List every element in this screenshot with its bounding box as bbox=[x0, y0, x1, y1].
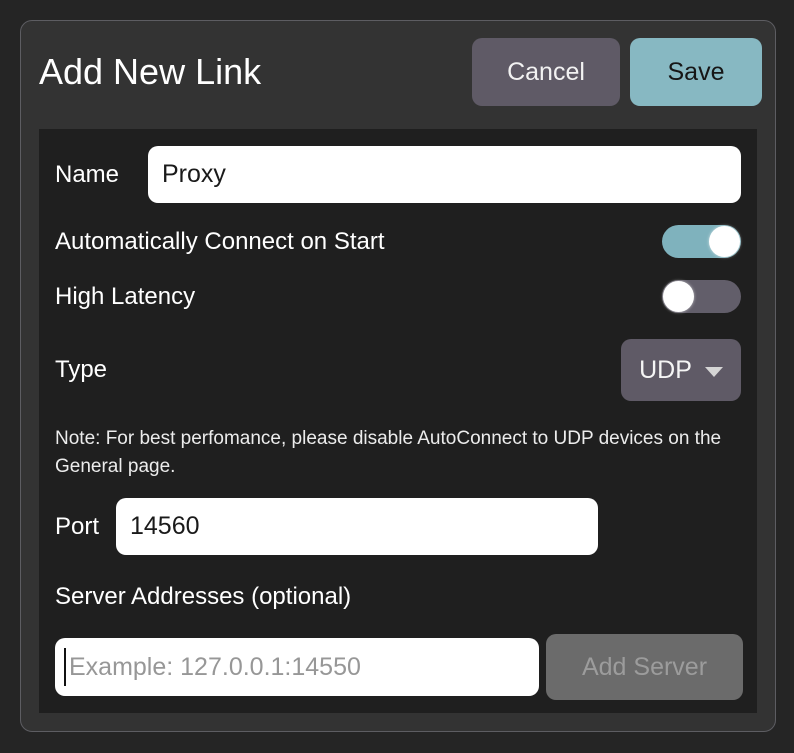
chevron-down-icon bbox=[705, 367, 723, 377]
type-label: Type bbox=[55, 356, 107, 384]
toggle-knob bbox=[709, 226, 740, 257]
name-row: Name bbox=[55, 146, 741, 203]
dialog-header: Add New Link Cancel Save bbox=[21, 21, 775, 106]
udp-note-text: Note: For best perfomance, please disabl… bbox=[55, 425, 737, 481]
text-caret bbox=[64, 648, 66, 686]
add-server-button[interactable]: Add Server bbox=[546, 634, 743, 700]
dialog-title: Add New Link bbox=[39, 51, 472, 93]
add-new-link-dialog: Add New Link Cancel Save Name Automatica… bbox=[20, 20, 776, 732]
server-address-input-wrap bbox=[55, 638, 539, 696]
auto-connect-label: Automatically Connect on Start bbox=[55, 228, 385, 256]
toggle-knob bbox=[663, 281, 694, 312]
server-addresses-label: Server Addresses (optional) bbox=[55, 582, 741, 612]
type-row: Type UDP bbox=[55, 339, 741, 401]
port-input[interactable] bbox=[116, 498, 598, 555]
port-label: Port bbox=[55, 513, 116, 541]
type-dropdown[interactable]: UDP bbox=[621, 339, 741, 401]
high-latency-toggle[interactable] bbox=[662, 280, 741, 313]
save-button[interactable]: Save bbox=[630, 38, 762, 106]
link-settings-panel: Name Automatically Connect on Start High… bbox=[39, 129, 757, 713]
server-address-input[interactable] bbox=[55, 638, 539, 696]
name-input[interactable] bbox=[148, 146, 741, 203]
high-latency-label: High Latency bbox=[55, 283, 195, 311]
cancel-button[interactable]: Cancel bbox=[472, 38, 620, 106]
high-latency-row: High Latency bbox=[55, 280, 741, 313]
type-dropdown-value: UDP bbox=[639, 356, 692, 385]
auto-connect-toggle[interactable] bbox=[662, 225, 741, 258]
port-row: Port bbox=[55, 498, 741, 555]
auto-connect-row: Automatically Connect on Start bbox=[55, 225, 741, 258]
server-address-row: Add Server bbox=[55, 634, 741, 700]
name-label: Name bbox=[55, 161, 148, 189]
